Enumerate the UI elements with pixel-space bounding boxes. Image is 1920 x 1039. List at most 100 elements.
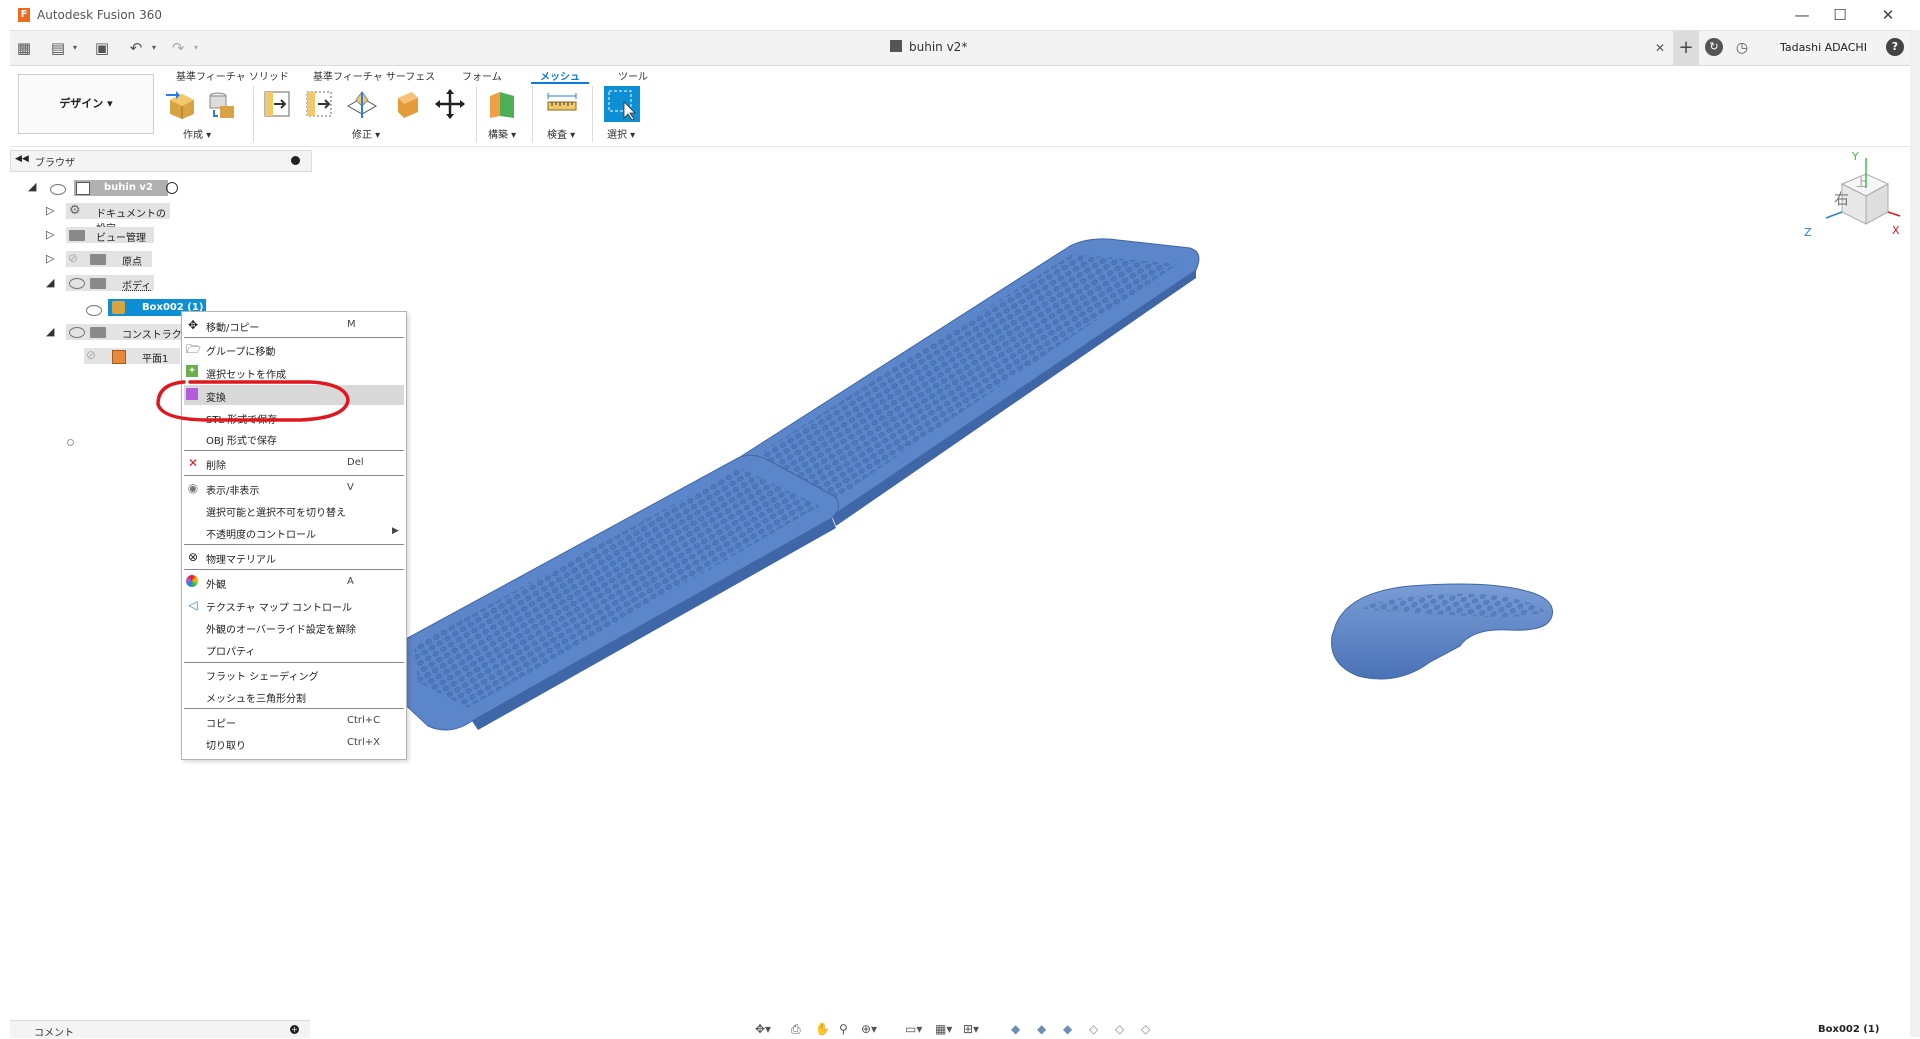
zoom-icon[interactable]: ⚲ <box>839 1022 848 1036</box>
submenu-arrow-icon: ▶ <box>392 526 399 536</box>
menu-item-save-obj[interactable]: OBJ 形式で保存 <box>182 428 406 448</box>
move-icon: ✥ <box>187 318 199 332</box>
help-icon[interactable]: ? <box>1886 38 1904 56</box>
construct-plane-icon[interactable] <box>486 88 518 120</box>
menu-separator <box>184 337 404 338</box>
select-tool-icon[interactable] <box>604 86 640 122</box>
grid-settings-icon[interactable]: ▦▾ <box>935 1022 952 1036</box>
user-account[interactable]: Tadashi ADACHI <box>1780 41 1867 54</box>
right-edge <box>1910 30 1920 1037</box>
redo-icon[interactable]: ↷ <box>168 38 188 58</box>
ribbon-separator <box>592 86 593 142</box>
new-tab-button[interactable]: + <box>1673 31 1699 65</box>
tab-close-icon[interactable]: ✕ <box>1650 38 1670 58</box>
look-at-icon[interactable]: ⎙ <box>791 1022 801 1037</box>
undo-chevron-icon[interactable]: ▾ <box>144 38 164 58</box>
make-closed-mesh-icon[interactable] <box>390 88 422 120</box>
viewcube-top-face-label[interactable]: 上 <box>1856 174 1867 190</box>
wireframe-visible-cube-icon[interactable]: ◇ <box>1141 1022 1150 1036</box>
tab-tools[interactable]: ツール <box>618 68 648 83</box>
ribbon-separator <box>476 86 477 142</box>
workspace-switcher[interactable]: デザイン ▾ <box>18 74 154 134</box>
viewcube-axis-x: X <box>1892 224 1900 237</box>
tab-mesh[interactable]: メッシュ <box>540 68 580 83</box>
menu-item-physical-material[interactable]: ⊗ 物理マテリアル <box>182 547 406 567</box>
menu-item-copy[interactable]: コピー Ctrl+C <box>182 711 406 731</box>
viewports-icon[interactable]: ⊞▾ <box>963 1022 979 1036</box>
menu-item-show-hide[interactable]: ◉ 表示/非表示 V <box>182 478 406 498</box>
menu-item-triangulate-mesh[interactable]: メッシュを三角形分割 <box>182 686 406 706</box>
reduce-icon[interactable] <box>304 88 336 120</box>
redo-chevron-icon[interactable]: ▾ <box>186 38 206 58</box>
fit-zoom-icon[interactable]: ⊕▾ <box>861 1022 877 1036</box>
menu-item-properties[interactable]: プロパティ <box>182 639 406 659</box>
create-mesh-cylinder-icon[interactable] <box>206 88 238 120</box>
orbit-icon[interactable]: ✥▾ <box>755 1022 771 1036</box>
construct-group-label[interactable]: 構築 ▾ <box>488 126 516 141</box>
menu-item-toggle-selectable[interactable]: 選択可能と選択不可を切り替え <box>182 500 406 520</box>
mesh-keyboard-left[interactable] <box>390 454 839 731</box>
menu-item-appearance[interactable]: 外観 A <box>182 572 406 592</box>
document-tab-title: buhin v2* <box>909 40 968 54</box>
measure-ruler-icon[interactable] <box>546 88 578 120</box>
display-settings-icon[interactable]: ▭▾ <box>905 1022 922 1036</box>
plane-cut-icon[interactable] <box>346 88 378 120</box>
menu-item-opacity-control[interactable]: 不透明度のコントロール ▶ <box>182 522 406 542</box>
title-bar: F Autodesk Fusion 360 — ☐ ✕ <box>0 0 1920 31</box>
inspect-group-label[interactable]: 検査 ▾ <box>547 126 575 141</box>
tab-solid[interactable]: 基準フィーチャ ソリッド <box>176 68 289 83</box>
notification-clock-icon[interactable]: ◷ <box>1732 38 1752 58</box>
ribbon: デザイン ▾ 基準フィーチャ ソリッド 基準フィーチャ サーフェス フォーム メ… <box>10 66 1910 147</box>
shaded-cube-icon[interactable]: ◆ <box>1011 1022 1020 1036</box>
viewcube-right-face-label[interactable]: 右 <box>1834 188 1849 209</box>
menu-item-flat-shading[interactable]: フラット シェーディング <box>182 664 406 684</box>
tab-form[interactable]: フォーム <box>462 68 502 83</box>
menu-separator <box>184 662 404 663</box>
undo-icon[interactable]: ↶ <box>126 38 146 58</box>
menu-item-move-to-group[interactable]: 🗁 グループに移動 <box>182 339 406 359</box>
material-icon: ⊗ <box>187 550 199 564</box>
maximize-button[interactable]: ☐ <box>1822 4 1858 26</box>
ribbon-separator <box>253 86 254 142</box>
menu-item-move-copy[interactable]: ✥ 移動/コピー M <box>182 315 406 335</box>
remesh-icon[interactable] <box>262 88 294 120</box>
shaded-edges-cube-icon[interactable]: ◆ <box>1037 1022 1046 1036</box>
move-arrows-icon[interactable] <box>434 88 466 120</box>
hidden-edges-cube-icon[interactable]: ◆ <box>1063 1022 1072 1036</box>
menu-item-texture-map-controls[interactable]: ◁ テクスチャ マップ コントロール <box>182 595 406 615</box>
pan-hand-icon[interactable]: ✋ <box>815 1022 830 1036</box>
create-group-label[interactable]: 作成 ▾ <box>183 126 211 141</box>
fusion-app-icon: F <box>18 8 30 22</box>
comments-panel: コメント + <box>10 1020 310 1039</box>
document-cube-icon <box>890 40 902 52</box>
menu-separator <box>184 569 404 570</box>
selection-status: Box002 (1) <box>1818 1024 1880 1035</box>
document-tab[interactable]: buhin v2* <box>890 40 967 54</box>
menu-separator <box>184 708 404 709</box>
tab-surface[interactable]: 基準フィーチャ サーフェス <box>313 68 435 83</box>
minimize-button[interactable]: — <box>1784 4 1820 26</box>
group-move-icon: 🗁 <box>186 342 201 356</box>
close-window-button[interactable]: ✕ <box>1870 4 1906 26</box>
menu-item-cut[interactable]: 切り取り Ctrl+X <box>182 733 406 753</box>
left-edge <box>0 30 10 1037</box>
file-menu-chevron-icon[interactable]: ▾ <box>65 38 85 58</box>
eye-icon: ◉ <box>187 481 199 495</box>
select-group-label[interactable]: 選択 ▾ <box>607 126 635 141</box>
add-comment-icon[interactable]: + <box>290 1025 299 1034</box>
modify-group-label[interactable]: 修正 ▾ <box>352 126 380 141</box>
menu-item-delete[interactable]: ✕ 削除 Del <box>182 453 406 473</box>
plus-icon: + <box>1678 37 1694 58</box>
save-icon[interactable]: ▣ <box>92 38 112 58</box>
menu-item-remove-appearance-overrides[interactable]: 外観のオーバーライド設定を解除 <box>182 617 406 637</box>
wireframe-hidden-cube-icon[interactable]: ◇ <box>1115 1022 1124 1036</box>
active-tab-underline <box>531 82 589 84</box>
job-status-icon[interactable]: ↻ <box>1705 38 1723 56</box>
data-panel-grid-icon[interactable]: ▦ <box>14 38 34 58</box>
mesh-palm-rest[interactable] <box>1331 583 1554 680</box>
application-toolbar: ▦ ▤ ▾ ▣ ↶ ▾ ↷ ▾ buhin v2* ✕ + ↻ ◷ Tadash… <box>10 31 1910 66</box>
wireframe-cube-icon[interactable]: ◇ <box>1089 1022 1098 1036</box>
menu-separator <box>184 544 404 545</box>
appearance-icon <box>186 575 198 587</box>
create-mesh-box-icon[interactable] <box>166 88 198 120</box>
